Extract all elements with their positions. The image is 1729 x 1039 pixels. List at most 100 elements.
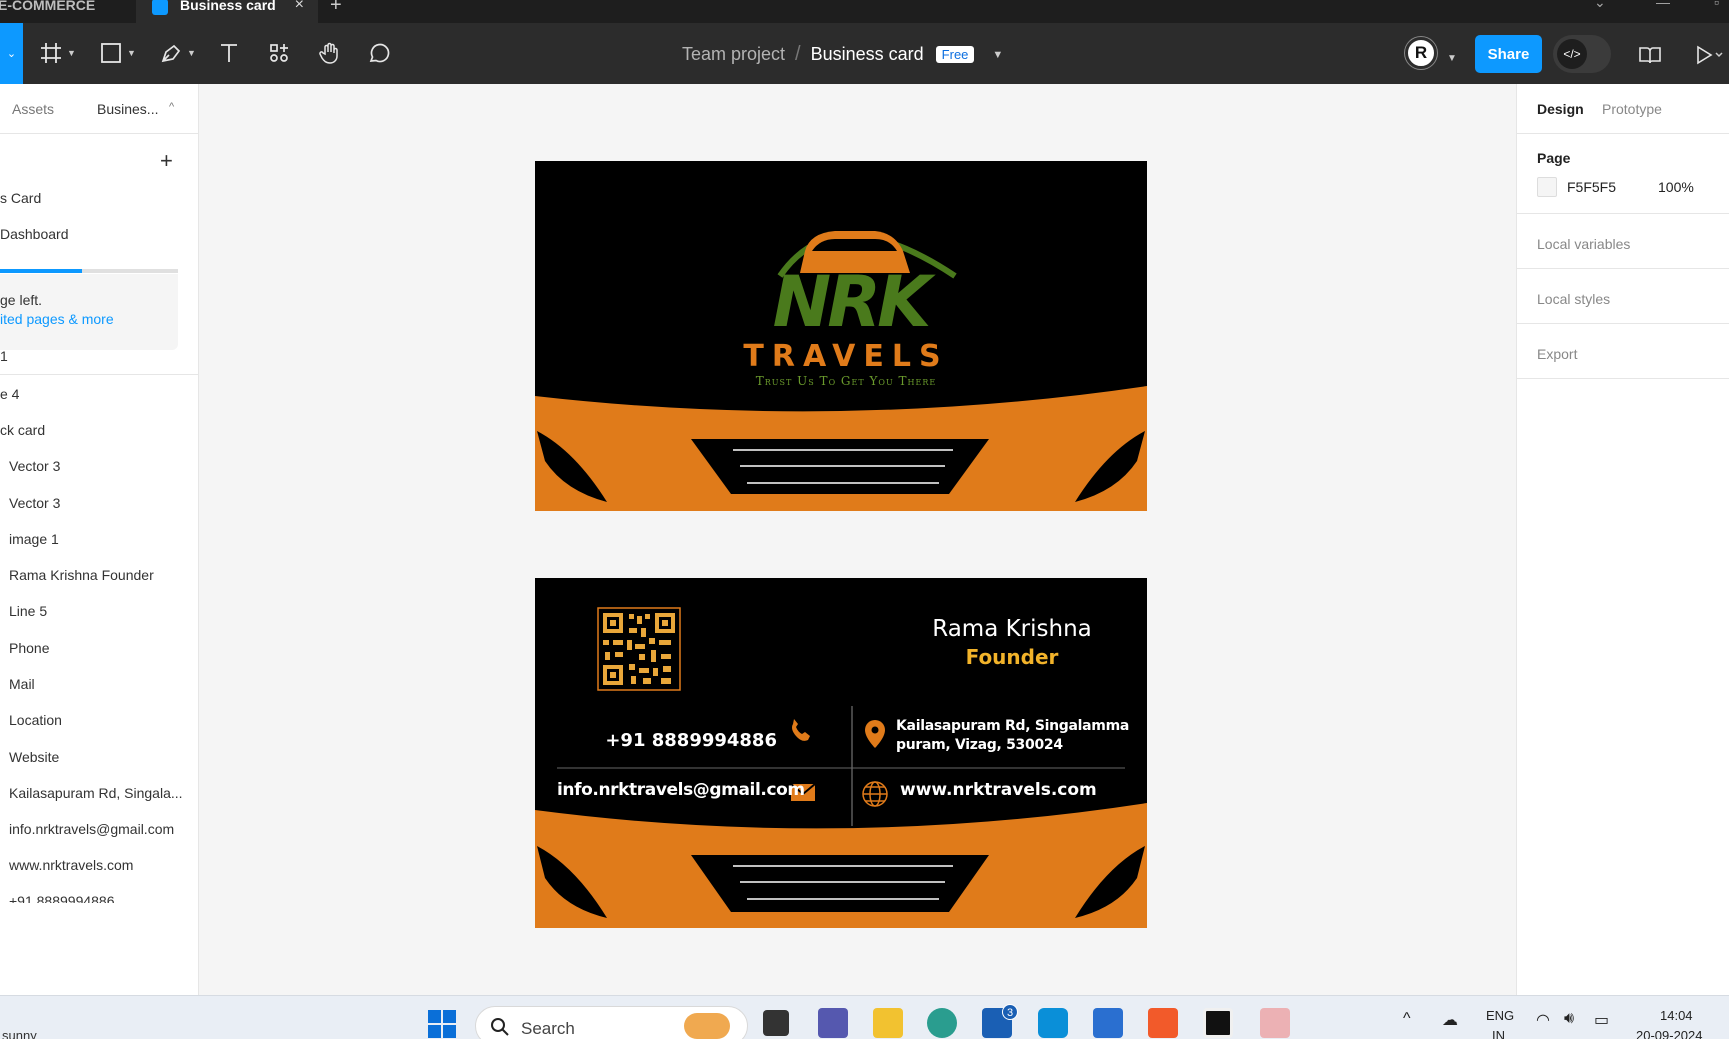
right-panel-tabs: Design Prototype [1517, 84, 1729, 134]
page-color-hex[interactable]: F5F5F5 [1567, 179, 1616, 195]
address-line-1: Kailasapuram Rd, Singalamma [896, 718, 1130, 734]
new-tab-button[interactable]: + [330, 0, 342, 17]
person-name: Rama Krishna [932, 616, 1092, 642]
business-card-back[interactable]: Rama Krishna Founder +91 8889994886 info… [535, 578, 1147, 928]
hand-tool[interactable] [318, 37, 342, 69]
text-tool[interactable] [218, 37, 240, 69]
logo-sub: TRAVELS [743, 339, 949, 374]
layer-item[interactable]: +91 8889994886 [9, 893, 194, 903]
page-color-swatch[interactable] [1537, 177, 1557, 197]
brave-icon[interactable] [1148, 1008, 1178, 1038]
comment-tool[interactable] [367, 37, 391, 69]
layer-item[interactable]: e 4 [0, 386, 185, 402]
layer-item[interactable]: Rama Krishna Founder [9, 567, 194, 583]
tab-label: E-COMMERCE [0, 0, 96, 13]
phone-icon [792, 719, 810, 741]
layer-item[interactable]: Kailasapuram Rd, Singala... [9, 785, 194, 801]
chevron-up-icon[interactable]: ^ [169, 101, 174, 113]
cortana-icon[interactable] [1038, 1008, 1068, 1038]
taskbar-search[interactable]: Search [475, 1006, 748, 1039]
avatar[interactable]: R [1405, 37, 1437, 69]
shape-tool[interactable]: ▼ [100, 37, 136, 69]
file-name[interactable]: Business card [811, 44, 924, 65]
tab-business-card[interactable]: Business card × [136, 0, 318, 23]
restore-icon[interactable]: ▫ [1714, 0, 1719, 10]
pen-tool[interactable]: ▼ [160, 37, 196, 69]
language-line-2[interactable]: IN [1492, 1028, 1505, 1039]
battery-icon[interactable]: ▭ [1594, 1010, 1609, 1030]
file-explorer-icon[interactable] [873, 1008, 903, 1038]
upsell-link[interactable]: ited pages & more [0, 311, 114, 327]
layer-item[interactable]: image 1 [9, 531, 194, 547]
chevron-down-icon[interactable]: ▼ [1447, 53, 1457, 64]
location-icon [865, 720, 885, 748]
tab-prototype[interactable]: Prototype [1602, 101, 1662, 117]
clock-date[interactable]: 20-09-2024 [1636, 1028, 1703, 1039]
figma-icon[interactable] [1203, 1008, 1233, 1038]
add-page-button[interactable]: + [160, 148, 173, 174]
present-play-icon[interactable] [1695, 45, 1725, 70]
email-text: info.nrktravels@gmail.com [557, 780, 805, 800]
store-icon[interactable] [1093, 1008, 1123, 1038]
layer-item[interactable]: Line 5 [9, 603, 194, 619]
car-windshield-icon [812, 239, 897, 251]
page-item[interactable]: s Card [0, 190, 41, 206]
windows-taskbar: sunny Search 3 ^ ☁ ENG IN ◠ 🔊︎ ▭ 14:04 2… [0, 995, 1729, 1039]
chevron-down-icon[interactable]: ▼ [992, 49, 1003, 61]
upgrade-banner: ge left. ited pages & more [0, 274, 178, 350]
layer-item[interactable]: ck card [0, 422, 185, 438]
tab-e-commerce[interactable]: E-COMMERCE [0, 0, 133, 23]
task-view-icon[interactable] [763, 1010, 789, 1036]
tab-assets[interactable]: Assets [12, 101, 54, 117]
right-panel: Design Prototype Page F5F5F5 100% Local … [1516, 84, 1729, 995]
local-styles-section[interactable]: Local styles [1517, 269, 1729, 324]
dev-mode-toggle[interactable]: </> [1553, 35, 1611, 73]
library-icon[interactable] [1638, 45, 1662, 70]
page-limit-progress [0, 269, 178, 273]
clock-time[interactable]: 14:04 [1660, 1008, 1693, 1023]
layer-item[interactable]: Mail [9, 676, 194, 692]
tab-file-pages[interactable]: Busines... [97, 101, 158, 117]
layer-item[interactable]: Phone [9, 640, 194, 656]
chevron-down-icon: ⌄ [6, 48, 17, 60]
business-card-front[interactable]: NRK TRAVELS Trust Us To Get You There [535, 161, 1147, 511]
breadcrumb-project[interactable]: Team project [682, 44, 785, 65]
browser-tab-strip: E-COMMERCE Business card × + ⌄ — ▫ [0, 0, 1729, 23]
chevron-down-icon[interactable]: ⌄ [1594, 0, 1606, 11]
language-line-1[interactable]: ENG [1486, 1008, 1514, 1023]
design-canvas[interactable]: NRK TRAVELS Trust Us To Get You There Ra… [200, 84, 1516, 995]
onedrive-icon[interactable]: ☁ [1442, 1010, 1458, 1030]
layer-item[interactable]: 1 [0, 348, 185, 364]
toolbar: ⌄ ▼ ▼ ▼ Team project / Business card Fre… [0, 23, 1729, 84]
layer-item[interactable]: www.nrktravels.com [9, 857, 194, 873]
frame-tool[interactable]: ▼ [40, 37, 76, 69]
layer-item[interactable]: Website [9, 749, 194, 765]
plan-badge[interactable]: Free [935, 46, 975, 63]
snipping-tool-icon[interactable] [1260, 1008, 1290, 1038]
minimize-icon[interactable]: — [1656, 0, 1670, 10]
breadcrumb-separator: / [795, 43, 801, 65]
layer-item[interactable]: Vector 3 [9, 458, 194, 474]
windows-start-icon[interactable] [428, 1010, 456, 1038]
layer-item[interactable]: Vector 3 [9, 495, 194, 511]
share-button[interactable]: Share [1475, 35, 1542, 73]
comment-icon [369, 43, 390, 63]
page-item[interactable]: Dashboard [0, 226, 69, 242]
edge-icon[interactable] [927, 1008, 957, 1038]
layer-item[interactable]: Location [9, 712, 194, 728]
page-opacity[interactable]: 100% [1658, 179, 1694, 195]
resources-tool[interactable] [268, 37, 290, 69]
main-menu-button[interactable]: ⌄ [0, 23, 23, 84]
grille-shape [691, 855, 989, 912]
teams-icon[interactable] [818, 1008, 848, 1038]
chevron-up-icon[interactable]: ^ [1403, 1010, 1411, 1028]
search-highlight-icon [684, 1013, 730, 1039]
code-icon: </> [1557, 39, 1587, 69]
export-section[interactable]: Export [1517, 324, 1729, 379]
layer-item[interactable]: info.nrktravels@gmail.com [9, 821, 194, 837]
tab-design[interactable]: Design [1537, 101, 1584, 117]
wifi-icon[interactable]: ◠ [1536, 1010, 1550, 1030]
close-tab-icon[interactable]: × [295, 0, 304, 14]
local-variables-section[interactable]: Local variables [1517, 214, 1729, 269]
volume-icon[interactable]: 🔊︎ [1564, 1010, 1574, 1028]
